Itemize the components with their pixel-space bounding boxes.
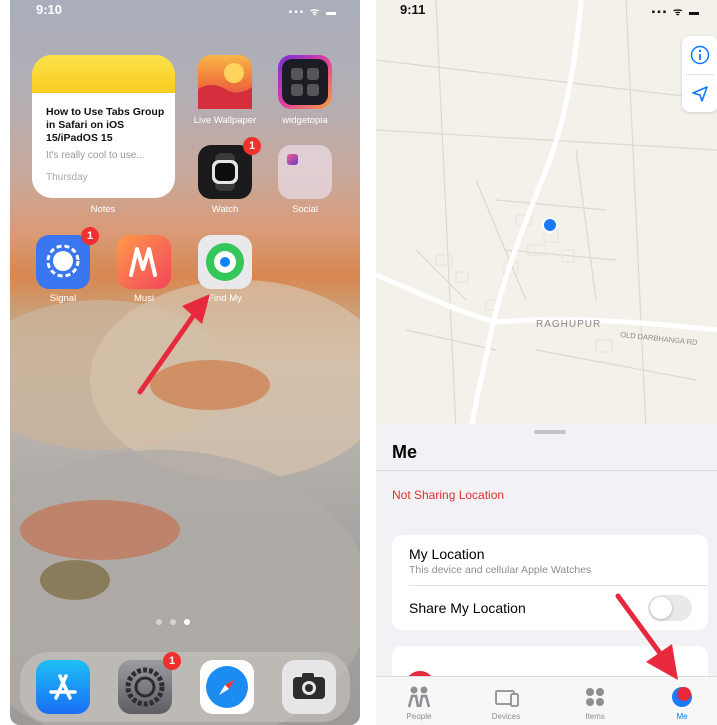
share-location-label: Share My Location [409,600,526,616]
share-location-toggle[interactable] [648,595,692,621]
live-wallpaper-icon[interactable] [198,55,252,109]
safari-icon[interactable] [200,660,254,714]
sheet-divider [376,470,717,471]
toggle-knob [650,597,672,619]
app-label-live-wallpaper: Live Wallpaper [193,115,257,126]
status-time: 9:10 [36,2,63,17]
app-label-watch: Watch [211,204,239,215]
page-dot [170,619,176,625]
settings-glyph [125,667,165,707]
app-store-icon[interactable] [36,660,90,714]
page-dot [156,619,162,625]
notes-widget-day: Thursday [46,172,88,183]
watch-icon[interactable] [198,145,252,199]
map-road-label: OLD DARBHANGA RD [620,330,699,347]
tab-label-items: Items [585,712,605,721]
signal-glyph [46,244,80,278]
wallpaper-shrub [40,560,110,600]
notes-widget-preview: It's really cool to use... [46,150,145,161]
folder-icon[interactable] [278,145,332,199]
status-bar: 9:10 ▪▪▪ ᯤ ▬ [36,2,338,18]
tab-label-devices: Devices [491,712,521,721]
devices-icon [476,681,536,709]
settings-badge: 1 [163,652,181,670]
dock: 1 [20,652,350,722]
settings-icon[interactable] [118,660,172,714]
music-icon[interactable] [117,235,171,289]
safari-glyph [206,666,248,708]
notes-widget-header [32,55,175,93]
app-label-social: Social [292,204,318,215]
tab-label-me: Me [676,712,688,721]
map-town-label: RAGHUPUR [536,319,601,330]
watch-badge: 1 [243,137,261,155]
notes-widget[interactable]: How to Use Tabs Group in Safari on iOS 1… [32,55,175,198]
widgetopia-icon[interactable] [278,55,332,109]
info-button[interactable] [682,36,717,74]
widgetopia-inner [282,59,328,105]
current-location-dot [544,219,556,231]
tab-me[interactable]: Me [652,681,712,721]
page-dot-active [184,619,190,625]
find-my-icon[interactable] [198,235,252,289]
app-label-music: Musi [133,293,155,304]
tab-devices[interactable]: Devices [476,681,536,721]
status-icons: ▪▪▪ ᯤ ▬ [651,7,701,18]
tab-people[interactable]: People [389,681,449,721]
status-time: 9:11 [400,2,426,17]
app-label-signal: Signal [49,293,77,304]
find-my-screen: RAGHUPUR OLD DARBHANGA RD 9:11 ▪▪▪ ᯤ ▬ M… [376,0,717,725]
tab-bar: People Devices Items Me [376,676,717,725]
camera-icon[interactable] [282,660,336,714]
wallpaper-rock [20,500,180,560]
info-icon [690,45,710,65]
map-roads: RAGHUPUR OLD DARBHANGA RD [376,0,717,430]
status-icons: ▪▪▪ ᯤ ▬ [288,7,338,18]
location-card: My Location This device and cellular App… [392,535,708,630]
music-glyph [129,247,157,277]
signal-icon[interactable] [36,235,90,289]
not-sharing-status: Not Sharing Location [392,488,505,502]
location-arrow-icon [692,86,708,102]
sheet-grabber[interactable] [534,430,566,434]
me-avatar-icon [652,681,712,709]
tab-label-people: People [406,712,432,721]
locate-button[interactable] [682,75,717,113]
people-icon [389,681,449,709]
camera-glyph [293,673,325,699]
tab-items[interactable]: Items [565,681,625,721]
wallpaper-rock [150,360,270,410]
app-store-glyph [49,674,77,700]
sheet-title: Me [392,442,418,462]
status-bar: 9:11 ▪▪▪ ᯤ ▬ [400,2,701,18]
folder-mini-app [287,154,298,165]
notes-widget-title: How to Use Tabs Group in Safari on iOS 1… [46,106,165,144]
app-label-widgetopia: widgetopia [282,115,328,126]
card-divider [409,585,708,586]
my-location-subtitle: This device and cellular Apple Watches [409,564,592,576]
notes-widget-label: Notes [90,204,116,215]
page-indicator[interactable] [152,612,194,625]
map-controls [682,36,717,112]
signal-badge: 1 [81,227,99,245]
live-wallpaper-glyph [198,63,252,109]
items-icon [565,681,625,709]
home-screen: 9:10 ▪▪▪ ᯤ ▬ How to Use Tabs Group in Sa… [10,0,360,725]
find-my-glyph [206,243,244,281]
app-label-find-my: Find My [208,293,242,304]
watch-glyph [212,153,238,191]
my-location-title: My Location [409,546,485,562]
map-view[interactable]: RAGHUPUR OLD DARBHANGA RD [376,0,717,430]
